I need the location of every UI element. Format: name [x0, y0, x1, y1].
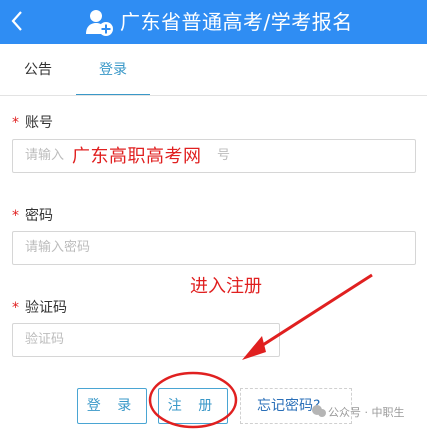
app-header: 广东省普通高考/学考报名 [0, 0, 427, 44]
captcha-label-text: 验证码 [25, 300, 67, 316]
required-mark: * [12, 300, 19, 316]
account-placeholder-tail: 号 [217, 148, 231, 163]
tab-divider [0, 95, 427, 96]
captcha-placeholder: 验证码 [25, 332, 65, 347]
account-placeholder: 请输入 [25, 148, 65, 163]
register-button[interactable]: 注 册 [158, 388, 228, 424]
tab-notice[interactable]: 公告 [0, 44, 76, 96]
login-button[interactable]: 登 录 [77, 388, 147, 424]
password-placeholder: 请输入密码 [25, 240, 91, 255]
required-mark: * [12, 115, 19, 131]
captcha-label: * 验证码 [12, 297, 67, 317]
tab-bar: 公告 登录 [0, 44, 427, 96]
back-button[interactable] [6, 6, 28, 36]
register-hint-annotation: 进入注册 [190, 276, 262, 297]
password-label: * 密码 [12, 205, 53, 225]
required-mark: * [12, 208, 19, 224]
password-input[interactable]: 请输入密码 [12, 231, 416, 265]
site-watermark: 广东高职高考网 [72, 146, 202, 167]
password-label-text: 密码 [25, 208, 53, 224]
tab-login[interactable]: 登录 [76, 44, 150, 96]
page-title: 广东省普通高考/学考报名 [120, 10, 353, 34]
chevron-left-icon [11, 11, 22, 31]
account-label: * 账号 [12, 112, 53, 132]
captcha-input[interactable]: 验证码 [12, 323, 280, 357]
footer-credit: 公众号 · 中职生 [328, 406, 405, 419]
add-user-icon [86, 10, 113, 36]
account-label-text: 账号 [25, 115, 53, 131]
